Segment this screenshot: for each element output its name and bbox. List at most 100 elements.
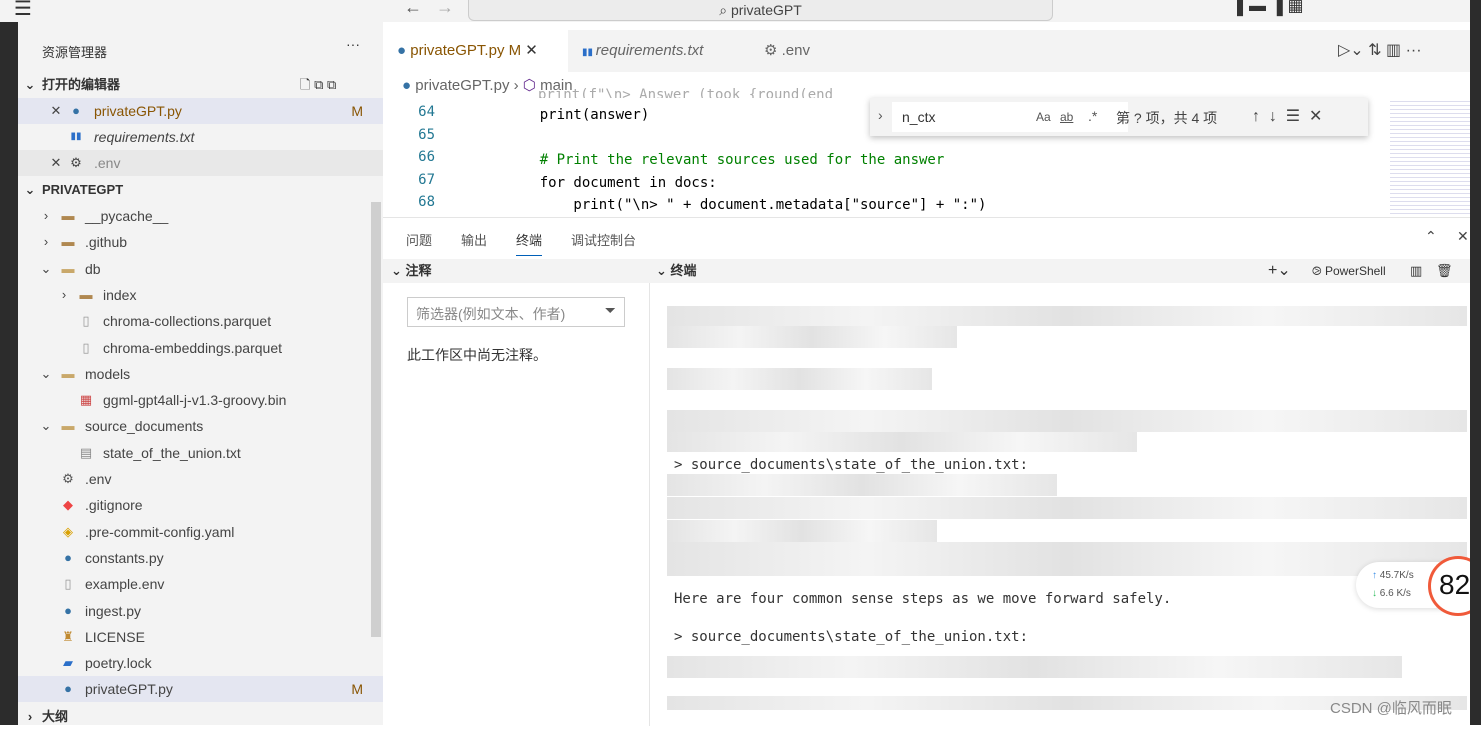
tree-item[interactable]: › ▬ __pycache__ [18,203,383,229]
tree-item[interactable]: ♜ LICENSE [18,624,383,650]
tree-item[interactable]: ▰ poetry.lock [18,650,383,676]
outline-header[interactable]: › 大纲 [18,704,383,730]
tab-bar: ● privateGPT.py M ✕ ▮▮ requirements.txt … [383,30,1470,72]
find-widget: › n_ctx Aa ab .* 第 ? 项，共 4 项 ↑ ↓ ☰ ✕ [870,98,1368,136]
chevron-icon: ⌄ [40,418,52,434]
python-icon: ● [397,42,411,59]
back-icon[interactable]: ← [404,0,422,18]
gear-icon: ⚙ [70,155,82,170]
open-editor-item[interactable]: ✕ ● privateGPT.py M [18,98,383,124]
layout-icons[interactable]: ▌▬ ▐ ▦ [1237,0,1304,16]
split-terminal-icon[interactable]: ▥ [1410,259,1422,283]
terminal-line: > source_documents\state_of_the_union.tx… [674,457,1029,473]
tree-item[interactable]: ▯ example.env [18,571,383,597]
open-editor-item[interactable]: ▮▮ requirements.txt [18,124,383,150]
open-editors-actions[interactable]: 🗋 ⧉ ⧉ [300,72,336,98]
python-icon: ● [72,103,80,118]
tree-item[interactable]: ⌄ ▬ source_documents [18,413,383,439]
panel-tab[interactable]: 调试控制台 [571,230,636,249]
toggle-replace-icon[interactable]: › [878,107,883,123]
tab-env[interactable]: ⚙ .env [750,30,890,72]
explorer-sidebar: 资源管理器 ··· ⌄ 打开的编辑器 🗋 ⧉ ⧉ ✕ ● privateGPT.py M … [18,22,383,725]
more-icon[interactable]: ··· [346,36,360,52]
comments-pane: ⌄ 注释 筛选器(例如文本、作者) ⏷ 此工作区中尚无注释。 [383,259,650,726]
command-center[interactable]: ⌕ privateGPT [468,0,1053,21]
tree-item[interactable]: ● constants.py [18,545,383,571]
open-editors-header[interactable]: ⌄ 打开的编辑器 🗋 ⧉ ⧉ [18,72,383,98]
folderopen-icon: ▬ [61,260,75,276]
code-line: print(answer) [506,107,650,123]
line-number: 65 [418,126,435,143]
code-line: for document in docs: [506,174,717,191]
tree-item[interactable]: ⚙ .env [18,466,383,492]
tab-requirements[interactable]: ▮▮ requirements.txt [568,30,750,72]
tree-item[interactable]: ⌄ ▬ models [18,361,383,387]
tree-item[interactable]: ▦ ggml-gpt4all-j-v1.3-groovy.bin [18,387,383,413]
blurred-output [667,326,957,348]
panel-maximize-icon[interactable]: ⌃ [1425,228,1437,245]
forward-icon[interactable]: → [436,0,454,18]
comments-header[interactable]: ⌄ 注释 [383,259,650,283]
new-terminal-icon[interactable]: +⌄ [1268,259,1291,283]
code-line: print("\n> " + document.metadata["source… [506,197,987,214]
panel-close-icon[interactable]: ✕ [1457,228,1469,245]
folder-icon: ▬ [79,286,93,302]
python-icon: ● [402,77,416,94]
menu-icon[interactable]: ☰ [14,0,32,21]
panel-tab[interactable]: 输出 [461,230,487,249]
find-input[interactable]: n_ctx Aa ab .* [892,102,1128,132]
search-icon: ⌕ [719,2,731,18]
trash-icon[interactable]: 🗑 [1436,259,1453,283]
match-case-icon: Aa [1036,110,1051,124]
line-number: 67 [418,171,435,188]
project-header[interactable]: ⌄ PRIVATEGPT [18,177,383,203]
terminal-shell[interactable]: ⧁ PowerShell [1312,259,1386,283]
panel-tab[interactable]: 问题 [406,230,432,249]
py-icon: ● [64,602,72,618]
tree-item[interactable]: › ▬ .github [18,229,383,255]
tab-privategpt[interactable]: ● privateGPT.py M ✕ [383,30,568,72]
comments-empty-text: 此工作区中尚无注释。 [407,347,547,363]
blurred-output [667,306,1467,326]
panel-tab[interactable]: 终端 [516,230,543,256]
code-line: # Print the relevant sources used for th… [506,152,945,169]
terminal-line: > source_documents\state_of_the_union.tx… [674,629,1029,645]
blurred-output [667,474,1057,496]
chevron-icon: › [43,234,49,250]
lic-icon: ♜ [62,628,74,644]
scrollbar[interactable] [371,202,381,637]
minimap[interactable] [1390,98,1470,216]
regex-icon: .* [1088,108,1098,124]
blurred-output [667,656,1402,678]
tree-item[interactable]: ◈ .pre-commit-config.yaml [18,519,383,545]
terminal-line: Here are four common sense steps as we m… [674,591,1172,607]
blurred-output [667,542,1467,576]
pip-icon: ▮▮ [582,47,596,58]
tree-item[interactable]: ⌄ ▬ db [18,256,383,282]
tree-item[interactable]: ◆ .gitignore [18,492,383,518]
chevron-icon: ⌄ [40,260,52,276]
line-number: 68 [418,194,435,211]
open-editor-item[interactable]: ✕ ⚙ .env [18,150,383,176]
editor-actions[interactable]: ▷⌄ ⇅ ▥ ··· [1338,40,1422,60]
filter-icon: ⏷ [604,302,616,318]
blurred-output [667,410,1467,432]
tree-item[interactable]: › ▬ index [18,282,383,308]
tree-item[interactable]: ▯ chroma-embeddings.parquet [18,335,383,361]
chevron-icon: › [43,208,49,223]
close-icon: ✕ [50,103,62,118]
tree-item[interactable]: ● privateGPT.py M [18,676,383,703]
find-nav-icons[interactable]: ↑ ↓ ☰ ✕ [1252,106,1322,126]
file-icon: ▯ [64,576,72,592]
tree-item[interactable]: ▯ chroma-collections.parquet [18,308,383,334]
py-icon: ● [64,549,72,565]
tree-item[interactable]: ▤ state_of_the_union.txt [18,440,383,466]
close-icon: ✕ [525,42,538,59]
tree-item[interactable]: ● ingest.py [18,598,383,624]
activity-bar [0,22,18,725]
gear-icon: ⚙ [62,471,74,486]
terminal-header[interactable]: ⌄ 终端 +⌄ ⧁ PowerShell ▥ 🗑 [650,259,1470,283]
folderopen-icon: ▬ [61,365,75,381]
comments-filter-input[interactable]: 筛选器(例如文本、作者) ⏷ [407,297,625,327]
whole-word-icon: ab [1060,110,1074,124]
